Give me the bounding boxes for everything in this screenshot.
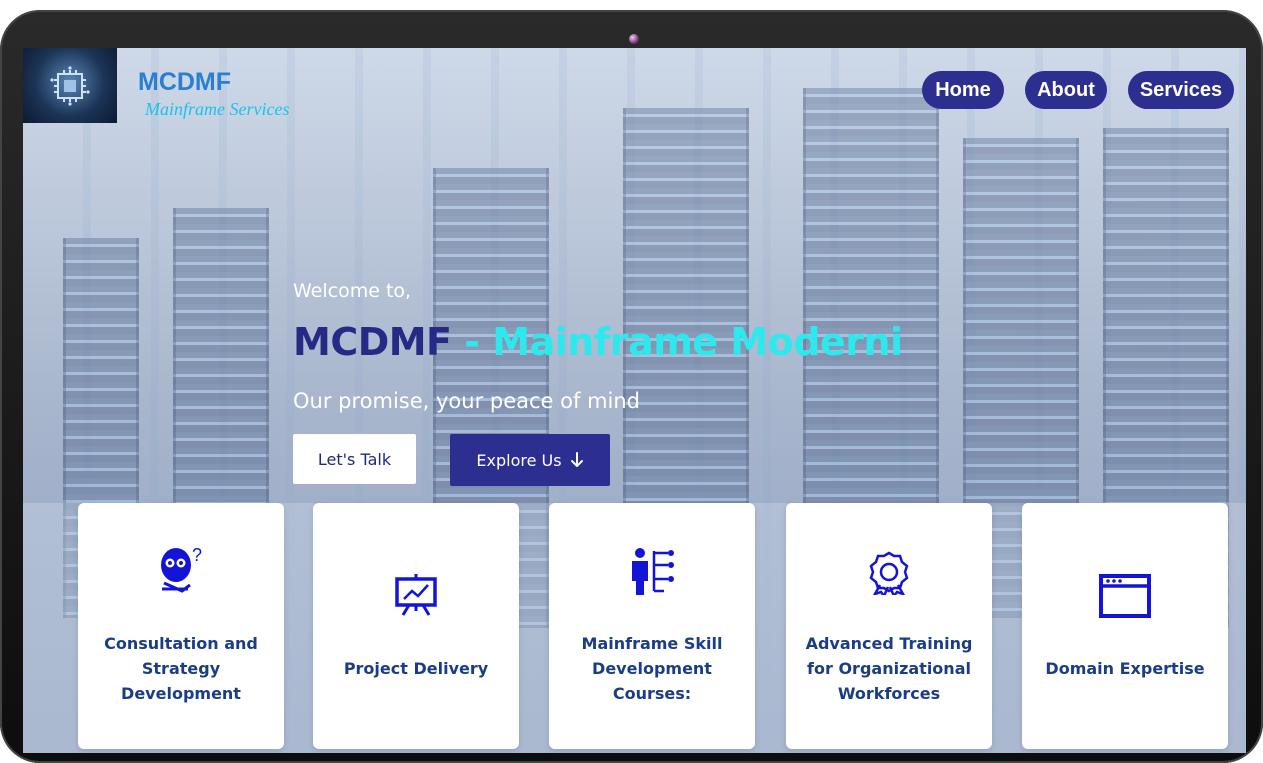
award-badge-icon	[869, 551, 909, 595]
tablet-frame: MCDMF Mainframe Services Home About Serv…	[0, 10, 1263, 763]
brand-title: MCDMF	[138, 68, 232, 96]
nav-services-button[interactable]: Services	[1128, 71, 1234, 109]
service-card-consultation[interactable]: ? Consultation and Strategy Development	[78, 503, 284, 749]
arrow-down-icon	[570, 452, 583, 467]
hero-title-rest: - Mainframe Moderni	[451, 320, 903, 364]
hero-title-brand: MCDMF	[293, 320, 452, 364]
service-card-skill-development[interactable]: Mainframe Skill Development Courses:	[549, 503, 755, 749]
explore-us-button[interactable]: Explore Us	[450, 434, 610, 486]
presentation-board-icon	[395, 574, 437, 616]
hero-title: MCDMF - Mainframe Moderni	[293, 320, 903, 364]
service-card-label: Mainframe Skill Development Courses:	[581, 633, 723, 703]
service-card-domain-expertise[interactable]: Domain Expertise	[1022, 503, 1228, 749]
hero-welcome-text: Welcome to,	[293, 280, 412, 302]
svg-text:?: ?	[192, 545, 202, 565]
thinking-person-icon: ?	[161, 545, 202, 593]
service-card-label: Consultation and Strategy Development	[104, 633, 258, 703]
camera-icon	[629, 34, 639, 44]
lets-talk-button[interactable]: Let's Talk	[293, 434, 416, 484]
browser-window-icon	[1099, 574, 1151, 618]
website-screen: MCDMF Mainframe Services Home About Serv…	[23, 48, 1246, 753]
service-card-project-delivery[interactable]: Project Delivery	[313, 503, 519, 749]
service-card-label: Project Delivery	[343, 658, 489, 678]
explore-us-label: Explore Us	[476, 450, 562, 470]
service-card-advanced-training[interactable]: Advanced Training for Organizational Wor…	[786, 503, 992, 749]
person-hierarchy-icon	[632, 548, 674, 595]
hero-tagline: Our promise, your peace of mind	[293, 389, 641, 413]
circuit-logo-icon	[50, 65, 90, 106]
service-card-label: Advanced Training for Organizational Wor…	[805, 633, 973, 703]
service-card-label: Domain Expertise	[1045, 658, 1205, 678]
nav-home-button[interactable]: Home	[922, 71, 1004, 109]
brand-subtitle: Mainframe Services	[145, 99, 290, 119]
logo[interactable]	[23, 48, 117, 123]
nav-about-button[interactable]: About	[1025, 71, 1107, 109]
